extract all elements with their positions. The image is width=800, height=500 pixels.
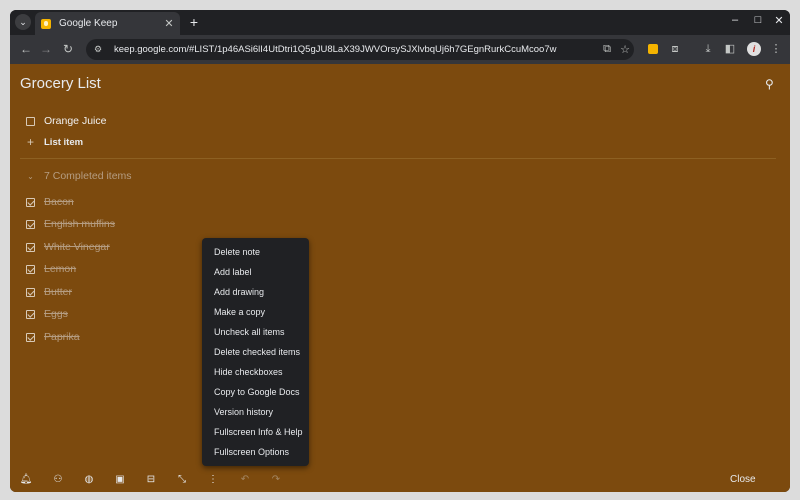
note-title[interactable]: Grocery List: [20, 75, 101, 92]
add-list-item[interactable]: + List item: [26, 134, 83, 150]
menu-item-make-copy[interactable]: Make a copy: [202, 302, 309, 322]
checked-checkbox[interactable]: [26, 309, 35, 319]
menu-item-fullscreen-options[interactable]: Fullscreen Options: [202, 442, 309, 462]
more-options-menu: Delete note Add label Add drawing Make a…: [202, 238, 309, 466]
collaborator-icon[interactable]: ⚇: [50, 473, 66, 487]
navigation-bar: ← → ↻ ⚙ keep.google.com/#LIST/1p46ASi6lI…: [10, 35, 790, 64]
checked-checkbox[interactable]: [26, 242, 35, 252]
tab-bar: ⌄ Google Keep ✕ + – □ ✕: [10, 10, 790, 35]
checked-checkbox[interactable]: [26, 332, 35, 342]
completed-list-item[interactable]: English muffins: [26, 216, 115, 232]
more-icon[interactable]: ⋮: [205, 473, 221, 487]
site-info-icon[interactable]: ⚙: [94, 44, 108, 55]
profile-avatar-icon[interactable]: i: [747, 42, 761, 56]
list-item-text[interactable]: English muffins: [44, 218, 115, 230]
chevron-down-icon[interactable]: ⌄: [26, 172, 35, 181]
completed-items-header: 7 Completed items: [44, 170, 132, 182]
menu-item-delete-checked[interactable]: Delete checked items: [202, 342, 309, 362]
reload-icon[interactable]: ↻: [60, 42, 76, 56]
list-item-text[interactable]: Eggs: [44, 308, 68, 320]
close-window-icon[interactable]: ✕: [772, 14, 786, 27]
completed-list-item[interactable]: Lemon: [26, 261, 76, 277]
download-icon[interactable]: ⤓: [700, 42, 716, 56]
bookmark-star-icon[interactable]: ☆: [616, 43, 634, 56]
close-tab-icon[interactable]: ✕: [162, 17, 176, 30]
add-list-item-label: List item: [44, 136, 84, 148]
close-button[interactable]: Close: [730, 473, 756, 487]
note-toolbar: 🔔︎ ⚇ ◍ ▣ ⊟ ⤡ ⋮ ↶ ↷ Close: [10, 469, 790, 492]
new-tab-icon[interactable]: +: [186, 14, 202, 30]
undo-icon[interactable]: ↶: [237, 473, 253, 487]
note-editor: Grocery List ⚲ Orange Juice + List item …: [10, 64, 790, 492]
menu-item-uncheck-all[interactable]: Uncheck all items: [202, 322, 309, 342]
browser-menu-icon[interactable]: ⋮: [768, 42, 784, 56]
keep-favicon-icon: [41, 18, 51, 29]
pin-icon[interactable]: ⚲: [765, 77, 774, 91]
tab-title: Google Keep: [59, 18, 118, 29]
minimize-icon[interactable]: –: [728, 14, 742, 26]
completed-list-item[interactable]: White Vinegar: [26, 239, 110, 255]
divider: [20, 158, 776, 159]
tab-google-keep[interactable]: Google Keep ✕: [35, 12, 180, 35]
remind-icon[interactable]: 🔔︎: [18, 473, 34, 487]
fullscreen-exit-icon[interactable]: ⤡: [174, 473, 190, 487]
image-icon[interactable]: ▣: [112, 473, 128, 487]
completed-list-item[interactable]: Eggs: [26, 306, 68, 322]
archive-icon[interactable]: ⊟: [143, 473, 159, 487]
menu-item-fullscreen-help[interactable]: Fullscreen Info & Help: [202, 422, 309, 442]
list-item-text[interactable]: White Vinegar: [44, 241, 110, 253]
menu-item-hide-checkboxes[interactable]: Hide checkboxes: [202, 362, 309, 382]
checked-checkbox[interactable]: [26, 197, 35, 207]
checked-checkbox[interactable]: [26, 264, 35, 274]
list-item[interactable]: Orange Juice: [26, 113, 106, 129]
side-panel-icon[interactable]: ◧: [722, 42, 738, 56]
extensions-puzzle-icon[interactable]: ⧈: [667, 42, 683, 56]
tab-search-icon[interactable]: ⌄: [15, 14, 31, 30]
list-item-text[interactable]: Paprika: [44, 331, 80, 343]
completed-list-item[interactable]: Paprika: [26, 329, 80, 345]
redo-icon[interactable]: ↷: [268, 473, 284, 487]
checked-checkbox[interactable]: [26, 219, 35, 229]
completed-list-item[interactable]: Butter: [26, 284, 72, 300]
keep-extension-icon[interactable]: [648, 44, 658, 54]
plus-icon: +: [26, 135, 34, 149]
address-bar[interactable]: ⚙ keep.google.com/#LIST/1p46ASi6lI4UtDtr…: [86, 39, 634, 60]
completed-list-item[interactable]: Bacon: [26, 194, 74, 210]
menu-item-delete-note[interactable]: Delete note: [202, 242, 309, 262]
back-icon[interactable]: ←: [18, 42, 34, 56]
list-item-text[interactable]: Bacon: [44, 196, 74, 208]
url-text[interactable]: keep.google.com/#LIST/1p46ASi6lI4UtDtri1…: [114, 44, 598, 55]
menu-item-add-label[interactable]: Add label: [202, 262, 309, 282]
checkbox[interactable]: [26, 116, 35, 126]
list-item-text[interactable]: Orange Juice: [44, 115, 106, 127]
forward-icon[interactable]: →: [38, 42, 54, 56]
list-item-text[interactable]: Lemon: [44, 263, 76, 275]
palette-icon[interactable]: ◍: [81, 473, 97, 487]
completed-items-toggle[interactable]: ⌄ 7 Completed items: [26, 170, 132, 182]
install-app-icon[interactable]: ⧉: [598, 43, 616, 56]
menu-item-add-drawing[interactable]: Add drawing: [202, 282, 309, 302]
browser-window: ⌄ Google Keep ✕ + – □ ✕ ← → ↻ ⚙ keep.goo…: [10, 10, 790, 492]
menu-item-version-history[interactable]: Version history: [202, 402, 309, 422]
menu-item-copy-to-docs[interactable]: Copy to Google Docs: [202, 382, 309, 402]
checked-checkbox[interactable]: [26, 287, 35, 297]
list-item-text[interactable]: Butter: [44, 286, 72, 298]
maximize-icon[interactable]: □: [751, 14, 765, 26]
